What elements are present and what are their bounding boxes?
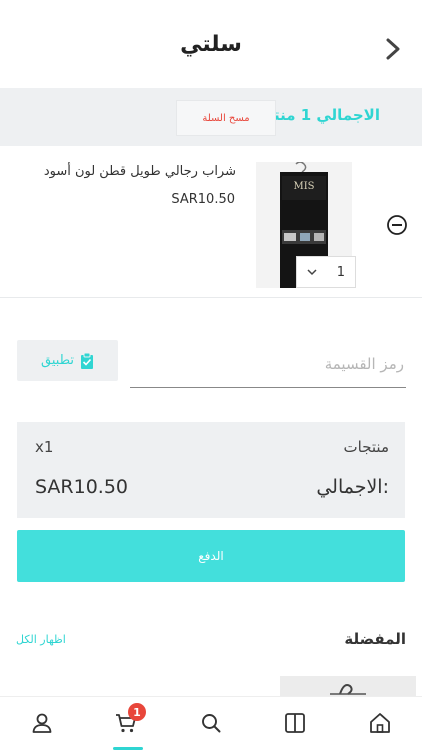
cart-badge: 1 (128, 703, 146, 721)
favorites-title: المفضلة (344, 630, 406, 648)
tab-home[interactable] (358, 703, 402, 743)
bottom-tab-bar: 1 (0, 696, 422, 750)
top-header: سلتي (0, 0, 422, 88)
svg-text:MIS: MIS (293, 181, 314, 192)
clear-cart-button[interactable]: مسح السلة (176, 100, 276, 136)
product-price: SAR10.50 (171, 192, 235, 207)
coupon-code-input[interactable] (130, 340, 406, 388)
checkout-button[interactable]: الدفع (17, 530, 405, 582)
products-label: منتجات (343, 438, 389, 456)
chevron-right-icon[interactable] (384, 36, 402, 62)
chevron-down-icon (307, 269, 317, 276)
tab-profile[interactable] (20, 703, 64, 743)
cart-total-count: الاجمالي 1 منتج (263, 106, 380, 124)
apply-coupon-button[interactable]: تطبيق (17, 340, 118, 381)
show-all-favorites-link[interactable]: اظهار الكل (16, 633, 66, 646)
search-icon (202, 714, 221, 733)
apply-coupon-label: تطبيق (41, 353, 74, 368)
clipboard-check-icon (81, 352, 93, 369)
categories-icon (285, 713, 305, 733)
products-count: x1 (35, 438, 54, 456)
home-icon (370, 713, 390, 733)
total-value: SAR10.50 (35, 476, 129, 498)
quantity-value: 1 (336, 264, 346, 280)
tab-cart[interactable]: 1 (104, 703, 148, 750)
profile-icon (32, 713, 52, 733)
quantity-select[interactable]: 1 (296, 256, 356, 288)
product-name[interactable]: شراب رجالي طويل قطن لون أسود (16, 164, 236, 179)
cart-item: شراب رجالي طويل قطن لون أسود SAR10.50 MI… (0, 146, 422, 298)
remove-item-icon[interactable] (386, 214, 408, 236)
tab-categories[interactable] (273, 703, 317, 743)
page-title: سلتي (180, 32, 242, 57)
tab-search[interactable] (189, 703, 233, 743)
order-totals-panel: منتجات x1 الاجمالي: SAR10.50 (17, 422, 405, 518)
total-label: الاجمالي: (316, 476, 389, 498)
